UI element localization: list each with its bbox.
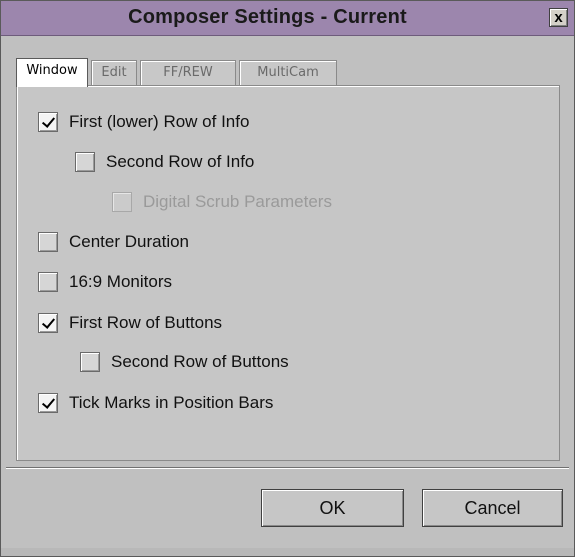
checkbox[interactable] — [80, 352, 100, 372]
checkbox[interactable] — [38, 313, 58, 333]
ok-button[interactable]: OK — [261, 489, 404, 527]
option-center-duration[interactable]: Center Duration — [38, 230, 189, 254]
cancel-button[interactable]: Cancel — [422, 489, 563, 527]
option-first-lower-row-of-info[interactable]: First (lower) Row of Info — [38, 110, 249, 134]
checkbox[interactable] — [38, 232, 58, 252]
tab-multicam[interactable]: MultiCam — [239, 60, 337, 86]
tab-edit[interactable]: Edit — [91, 60, 137, 86]
option-label: Digital Scrub Parameters — [143, 192, 332, 211]
title-bar[interactable]: Composer Settings - Current x — [1, 1, 574, 36]
option-label: Center Duration — [69, 232, 190, 251]
option-16-9-monitors[interactable]: 16:9 Monitors — [38, 270, 172, 294]
tab-window[interactable]: Window — [16, 58, 88, 87]
close-icon: x — [554, 9, 563, 26]
settings-dialog: Composer Settings - Current x Window Edi… — [0, 0, 575, 557]
close-button[interactable]: x — [549, 8, 568, 27]
option-label: Second Row of Buttons — [111, 352, 289, 371]
checkbox[interactable] — [38, 112, 58, 132]
option-first-row-of-buttons[interactable]: First Row of Buttons — [38, 311, 222, 335]
option-digital-scrub-parameters: Digital Scrub Parameters — [112, 190, 332, 214]
option-second-row-of-info[interactable]: Second Row of Info — [75, 150, 254, 174]
tab-ff-rew[interactable]: FF/REW — [140, 60, 236, 86]
dialog-bottom-edge — [1, 548, 574, 556]
checkbox[interactable] — [38, 393, 58, 413]
option-label: Tick Marks in Position Bars — [69, 393, 274, 412]
checkbox[interactable] — [75, 152, 95, 172]
option-label: First Row of Buttons — [69, 313, 223, 332]
option-label: 16:9 Monitors — [69, 272, 172, 291]
option-second-row-of-buttons[interactable]: Second Row of Buttons — [80, 350, 289, 374]
dialog-title: Composer Settings - Current — [128, 6, 407, 28]
checkbox — [112, 192, 132, 212]
option-label: Second Row of Info — [106, 152, 255, 171]
option-label: First (lower) Row of Info — [69, 112, 250, 131]
divider — [6, 467, 569, 469]
checkbox[interactable] — [38, 272, 58, 292]
option-tick-marks-in-position-bars[interactable]: Tick Marks in Position Bars — [38, 391, 273, 415]
